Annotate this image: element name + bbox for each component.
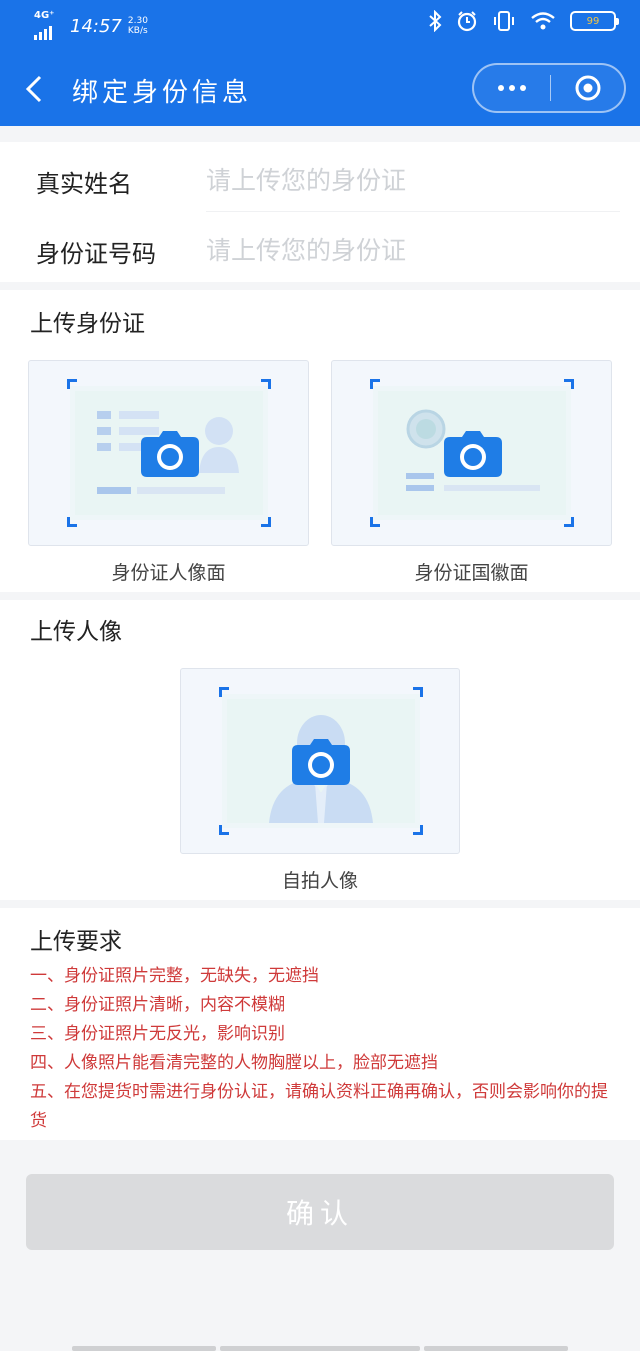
requirement-item: 二、身份证照片清晰，内容不模糊: [30, 995, 285, 1015]
camera-icon: [292, 739, 350, 785]
requirement-item: 五、在您提货时需进行身份认证，请确认资料正确再确认，否则会影响你的提货: [30, 1082, 608, 1131]
requirement-item: 四、人像照片能看清完整的人物胸膛以上，脸部无遮挡: [30, 1053, 438, 1073]
back-button[interactable]: [24, 72, 54, 106]
bottom-bar-segment: [424, 1346, 568, 1351]
requirement-item: 三、身份证照片无反光，影响识别: [30, 1024, 285, 1044]
alarm-icon: [457, 11, 477, 32]
signal-icon: [34, 24, 52, 40]
status-time: 14:57: [70, 15, 122, 37]
bottom-bar-segment: [220, 1346, 420, 1351]
id-front-upload[interactable]: [28, 360, 309, 546]
name-label: 真实姓名: [36, 170, 132, 198]
confirm-button[interactable]: 确认: [26, 1174, 614, 1250]
id-back-caption: 身份证国徽面: [414, 562, 529, 584]
id-upload-title: 上传身份证: [30, 311, 145, 337]
id-front-caption: 身份证人像面: [111, 562, 226, 584]
battery-icon: 99: [570, 11, 619, 31]
network-speed: 2.30 KB/s: [127, 16, 148, 36]
app-header: 4G⁺ 14:57 2.30 KB/s 99 绑定身份信息: [0, 0, 640, 126]
id-number-label: 身份证号码: [36, 240, 156, 268]
wifi-icon: [531, 12, 555, 30]
mini-program-capsule: [472, 63, 626, 113]
vibrate-icon: [494, 11, 514, 31]
portrait-upload-section: 上传人像 自拍人像: [0, 600, 640, 900]
identity-form: 真实姓名 身份证号码: [0, 142, 640, 282]
requirements-title: 上传要求: [30, 929, 122, 955]
camera-icon: [444, 431, 502, 477]
bluetooth-icon: [429, 10, 442, 32]
nav-bar: 绑定身份信息: [0, 52, 640, 126]
camera-icon: [141, 431, 199, 477]
close-mini-program-button[interactable]: [551, 65, 624, 111]
name-row: 真实姓名: [0, 144, 640, 214]
requirements-section: 上传要求 一、身份证照片完整，无缺失，无遮挡 二、身份证照片清晰，内容不模糊 三…: [0, 908, 640, 1140]
portrait-upload[interactable]: [180, 668, 460, 854]
id-number-input[interactable]: [206, 232, 616, 268]
id-upload-section: 上传身份证 身份证人像面 身份证国徽面: [0, 290, 640, 592]
status-bar: 4G⁺ 14:57 2.30 KB/s 99: [0, 0, 640, 50]
divider: [206, 211, 620, 212]
more-button[interactable]: [474, 65, 550, 111]
id-number-row: 身份证号码: [0, 214, 640, 284]
more-dots-icon: [498, 85, 504, 91]
page-title: 绑定身份信息: [72, 78, 253, 108]
requirement-item: 一、身份证照片完整，无缺失，无遮挡: [30, 966, 319, 986]
id-back-upload[interactable]: [331, 360, 612, 546]
requirements-list: 一、身份证照片完整，无缺失，无遮挡 二、身份证照片清晰，内容不模糊 三、身份证照…: [30, 962, 620, 1136]
network-type: 4G⁺: [34, 10, 55, 21]
chevron-left-icon: [25, 75, 42, 103]
bottom-bar-segment: [72, 1346, 216, 1351]
target-close-icon: [575, 75, 600, 101]
portrait-upload-title: 上传人像: [30, 619, 122, 645]
portrait-caption: 自拍人像: [281, 870, 358, 892]
real-name-input[interactable]: [206, 162, 616, 198]
